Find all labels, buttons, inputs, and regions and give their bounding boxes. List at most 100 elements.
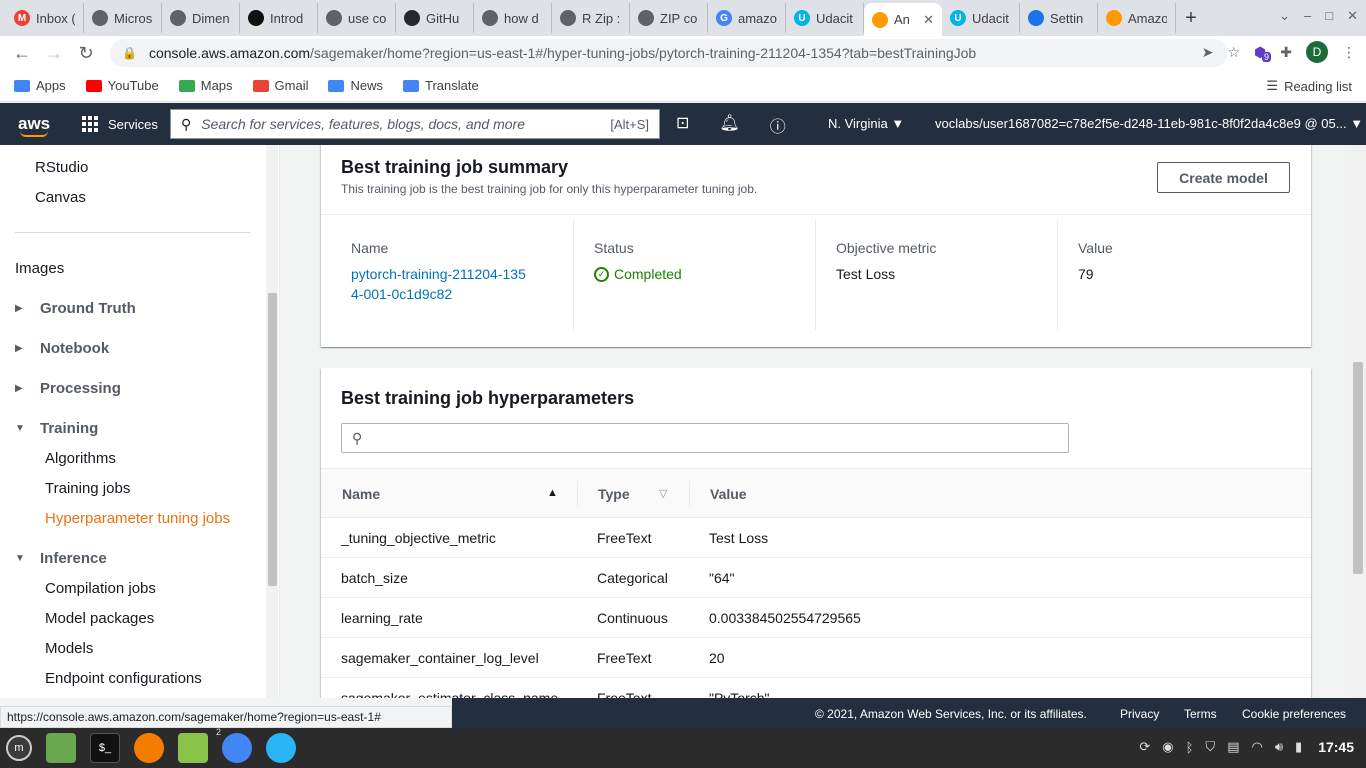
bookmark-star-icon[interactable]: ☆ bbox=[1227, 44, 1240, 61]
account-menu[interactable]: voclabs/user1687082=c78e2f5e-d248-11eb-9… bbox=[935, 116, 1363, 131]
bookmark-item[interactable]: YouTube bbox=[85, 78, 159, 93]
training-job-link[interactable]: pytorch-training-211204-1354-001-0c1d9c8… bbox=[351, 264, 531, 304]
metric-label: Objective metric bbox=[836, 240, 937, 256]
services-menu[interactable]: Services bbox=[82, 116, 158, 132]
firefox-icon[interactable] bbox=[134, 733, 164, 763]
browser-tab[interactable]: how d bbox=[474, 3, 552, 33]
tab-favicon-icon: U bbox=[950, 10, 966, 26]
show-desktop-icon[interactable] bbox=[46, 733, 76, 763]
browser-tab[interactable]: Introd bbox=[240, 3, 318, 33]
cloudshell-icon[interactable]: ⊡ bbox=[676, 113, 689, 137]
bookmark-item[interactable]: Maps bbox=[178, 78, 233, 93]
minimize-icon[interactable]: – bbox=[1304, 8, 1311, 24]
camera-icon[interactable]: ◉ bbox=[1162, 739, 1173, 755]
start-menu-icon[interactable]: m bbox=[6, 735, 32, 761]
sidebar-item-compilation-jobs[interactable]: Compilation jobs bbox=[45, 580, 156, 597]
cell-value: 20 bbox=[709, 650, 725, 666]
profile-avatar[interactable]: D bbox=[1306, 41, 1328, 63]
puzzle-icon[interactable]: ✚ bbox=[1280, 44, 1292, 61]
browser-tab[interactable]: Gamazo bbox=[708, 3, 786, 33]
sidebar-item-images[interactable]: Images bbox=[15, 260, 64, 277]
browser-tab[interactable]: U Udacit bbox=[942, 3, 1020, 33]
bookmark-item[interactable]: Gmail bbox=[252, 78, 308, 93]
summary-title: Best training job summary bbox=[341, 157, 569, 177]
browser-tab[interactable]: R Zip : bbox=[552, 3, 630, 33]
region-selector[interactable]: N. Virginia ▼ bbox=[828, 116, 904, 131]
sidebar-section-training[interactable]: ▼ Training bbox=[15, 420, 98, 437]
terminal-icon[interactable]: $_ bbox=[90, 733, 120, 763]
browser-tab[interactable]: M Inbox ( bbox=[6, 3, 84, 33]
battery-icon[interactable]: ▮ bbox=[1295, 739, 1302, 755]
sidebar-item-hyperparameter-tuning-jobs[interactable]: Hyperparameter tuning jobs bbox=[45, 510, 230, 527]
create-model-button[interactable]: Create model bbox=[1157, 162, 1290, 193]
send-icon[interactable]: ➤ bbox=[1202, 44, 1214, 61]
sidebar-section-inference[interactable]: ▼ Inference bbox=[15, 550, 107, 567]
menu-icon[interactable]: ⋮ bbox=[1342, 44, 1356, 61]
edge-icon[interactable] bbox=[266, 733, 296, 763]
aws-logo[interactable]: aws bbox=[18, 114, 64, 137]
sidebar-item-algorithms[interactable]: Algorithms bbox=[45, 450, 116, 467]
tab-search-icon[interactable]: ⌄ bbox=[1279, 8, 1290, 24]
back-icon[interactable]: ← bbox=[6, 43, 38, 64]
aws-search-input[interactable]: ⚲ Search for services, features, blogs, … bbox=[170, 109, 660, 139]
sidebar-section-processing[interactable]: ▶ Processing bbox=[15, 380, 121, 397]
url-bar[interactable]: 🔒 console.aws.amazon.com/sagemaker/home?… bbox=[110, 39, 1228, 67]
maximize-icon[interactable]: □ bbox=[1325, 8, 1333, 24]
clipboard-icon[interactable]: ▤ bbox=[1227, 739, 1239, 755]
sidebar-item-training-jobs[interactable]: Training jobs bbox=[45, 480, 130, 497]
file-manager-icon[interactable] bbox=[178, 733, 208, 763]
browser-tab[interactable]: Dimen bbox=[162, 3, 240, 33]
kv-metric: Objective metric Test Loss bbox=[815, 220, 1057, 330]
browser-tab[interactable]: An ✕ bbox=[864, 3, 942, 36]
nav-icons: ⊡ 🔔︎ ⓘ bbox=[676, 113, 786, 137]
bookmark-icon bbox=[328, 79, 345, 92]
window-controls: ⌄ – □ ✕ bbox=[1279, 8, 1358, 24]
sidebar-scroll-thumb[interactable] bbox=[268, 293, 277, 586]
volume-icon[interactable]: 🔊︎ bbox=[1275, 739, 1283, 755]
browser-tab[interactable]: Settin bbox=[1020, 3, 1098, 33]
close-tab-icon[interactable]: ✕ bbox=[923, 12, 934, 28]
sort-icon[interactable]: ▽ bbox=[659, 487, 667, 500]
column-header-name[interactable]: Name bbox=[342, 486, 380, 502]
browser-tab[interactable]: Amazo bbox=[1098, 3, 1176, 33]
aws-footer: © 2021, Amazon Web Services, Inc. or its… bbox=[452, 698, 1366, 728]
reading-list-button[interactable]: ☰ Reading list bbox=[1266, 78, 1352, 94]
sidebar-item-canvas[interactable]: Canvas bbox=[35, 189, 86, 206]
sidebar-section-ground-truth[interactable]: ▶ Ground Truth bbox=[15, 300, 136, 317]
bookmark-item[interactable]: Apps bbox=[14, 78, 66, 93]
cell-name: _tuning_objective_metric bbox=[341, 530, 496, 546]
extension-icon[interactable]: ⬢ 9 bbox=[1254, 44, 1272, 62]
footer-terms-link[interactable]: Terms bbox=[1184, 707, 1217, 721]
column-divider bbox=[689, 481, 690, 507]
browser-tab[interactable]: GitHu bbox=[396, 3, 474, 33]
sidebar-item-rstudio[interactable]: RStudio bbox=[35, 159, 88, 176]
browser-tab[interactable]: use co bbox=[318, 3, 396, 33]
help-icon[interactable]: ⓘ bbox=[770, 113, 786, 137]
bell-icon[interactable]: 🔔︎ bbox=[719, 113, 739, 137]
footer-cookie-link[interactable]: Cookie preferences bbox=[1242, 707, 1346, 721]
column-header-type[interactable]: Type bbox=[598, 486, 630, 502]
hyperparameter-search-input[interactable]: ⚲ bbox=[341, 423, 1069, 453]
shield-icon[interactable]: ⛉ bbox=[1205, 739, 1215, 755]
wifi-icon[interactable]: ◠ bbox=[1251, 739, 1262, 755]
sidebar-item-model-packages[interactable]: Model packages bbox=[45, 610, 154, 627]
sidebar-section-notebook[interactable]: ▶ Notebook bbox=[15, 340, 109, 357]
new-tab-button[interactable]: + bbox=[1176, 3, 1206, 33]
bookmark-item[interactable]: News bbox=[328, 78, 383, 93]
browser-tab[interactable]: ZIP co bbox=[630, 3, 708, 33]
sidebar-item-models[interactable]: Models bbox=[45, 640, 93, 657]
bookmark-item[interactable]: Translate bbox=[403, 78, 479, 93]
browser-tab[interactable]: U Udacit bbox=[786, 3, 864, 33]
footer-privacy-link[interactable]: Privacy bbox=[1120, 707, 1159, 721]
browser-tab[interactable]: Micros bbox=[84, 3, 162, 33]
update-icon[interactable]: ⟳ bbox=[1139, 739, 1150, 755]
sidebar-item-endpoint-configurations[interactable]: Endpoint configurations bbox=[45, 670, 202, 687]
sort-ascending-icon[interactable]: ▲ bbox=[547, 487, 558, 499]
close-window-icon[interactable]: ✕ bbox=[1347, 8, 1358, 24]
tab-title: use co bbox=[348, 10, 387, 26]
main-scroll-thumb[interactable] bbox=[1353, 362, 1363, 574]
reload-icon[interactable]: ↻ bbox=[70, 43, 102, 64]
forward-icon[interactable]: → bbox=[38, 43, 70, 64]
bluetooth-icon[interactable]: ᛒ bbox=[1186, 740, 1194, 755]
chrome-icon[interactable]: 2 bbox=[216, 727, 252, 763]
